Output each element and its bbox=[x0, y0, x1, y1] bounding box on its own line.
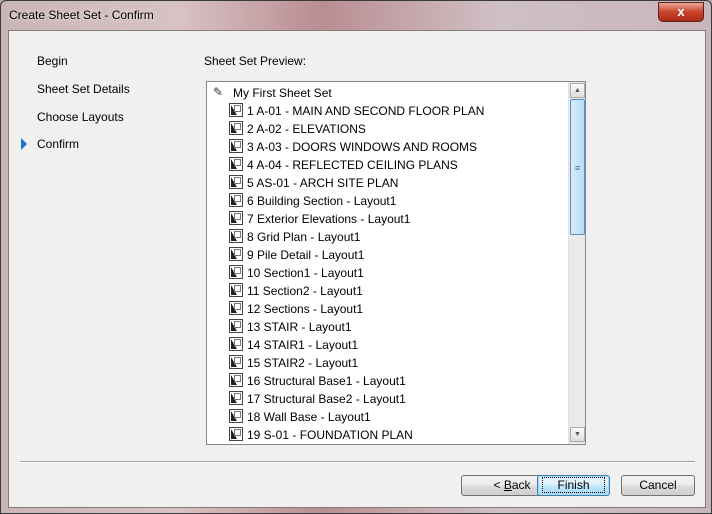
finish-button[interactable]: Finish bbox=[537, 475, 610, 496]
sheet-icon bbox=[229, 157, 243, 171]
tree-sheet-item[interactable]: 2 A-02 - ELEVATIONS bbox=[229, 120, 366, 138]
current-step-arrow-icon bbox=[21, 138, 27, 150]
sheet-icon bbox=[229, 301, 243, 315]
close-button[interactable]: x bbox=[658, 2, 704, 22]
sheet-icon bbox=[229, 319, 243, 333]
sheet-label: 13 STAIR - Layout1 bbox=[247, 320, 352, 334]
sheet-icon bbox=[229, 409, 243, 423]
tree-sheet-item[interactable]: 9 Pile Detail - Layout1 bbox=[229, 246, 364, 264]
sheet-icon bbox=[229, 283, 243, 297]
sheet-icon bbox=[229, 265, 243, 279]
dialog-window: Create Sheet Set - Confirm x Begin Sheet… bbox=[0, 0, 712, 514]
sheet-label: 11 Section2 - Layout1 bbox=[247, 284, 363, 298]
sheet-icon bbox=[229, 373, 243, 387]
sheet-icon bbox=[229, 247, 243, 261]
nav-item-choose-layouts: Choose Layouts bbox=[37, 110, 124, 124]
scroll-up-button[interactable]: ▲ bbox=[570, 83, 585, 98]
sheet-label: 7 Exterior Elevations - Layout1 bbox=[247, 212, 411, 226]
tree-sheet-item[interactable]: 14 STAIR1 - Layout1 bbox=[229, 336, 358, 354]
tree-sheet-item[interactable]: 19 S-01 - FOUNDATION PLAN bbox=[229, 426, 413, 444]
dialog-client: Begin Sheet Set Details Choose Layouts C… bbox=[8, 30, 706, 508]
sheet-label: 18 Wall Base - Layout1 bbox=[247, 410, 371, 424]
tree-sheet-item[interactable]: 5 AS-01 - ARCH SITE PLAN bbox=[229, 174, 398, 192]
sheet-label: 4 A-04 - REFLECTED CEILING PLANS bbox=[247, 158, 458, 172]
tree-root[interactable]: ✎ My First Sheet Set bbox=[213, 84, 332, 102]
sheet-label: 15 STAIR2 - Layout1 bbox=[247, 356, 359, 370]
tree-sheet-item[interactable]: 3 A-03 - DOORS WINDOWS AND ROOMS bbox=[229, 138, 477, 156]
sheet-label: 17 Structural Base2 - Layout1 bbox=[247, 392, 406, 406]
tree-sheet-item[interactable]: 16 Structural Base1 - Layout1 bbox=[229, 372, 406, 390]
sheet-label: 3 A-03 - DOORS WINDOWS AND ROOMS bbox=[247, 140, 478, 154]
sheet-icon bbox=[229, 175, 243, 189]
scroll-thumb[interactable]: ≡ bbox=[570, 99, 585, 235]
tree-sheet-item[interactable]: 15 STAIR2 - Layout1 bbox=[229, 354, 358, 372]
tree-sheet-item[interactable]: 8 Grid Plan - Layout1 bbox=[229, 228, 360, 246]
tree-sheet-item[interactable]: 17 Structural Base2 - Layout1 bbox=[229, 390, 406, 408]
sheet-label: 14 STAIR1 - Layout1 bbox=[247, 338, 359, 352]
sheet-icon bbox=[229, 391, 243, 405]
sheet-icon bbox=[229, 121, 243, 135]
sheet-label: 16 Structural Base1 - Layout1 bbox=[247, 374, 406, 388]
sheet-label: 12 Sections - Layout1 bbox=[247, 302, 364, 316]
tree-sheet-item[interactable]: 6 Building Section - Layout1 bbox=[229, 192, 396, 210]
nav-item-confirm: Confirm bbox=[37, 137, 80, 151]
sheet-label: 9 Pile Detail - Layout1 bbox=[247, 248, 365, 262]
sheet-label: 5 AS-01 - ARCH SITE PLAN bbox=[247, 176, 399, 190]
sheet-set-tree[interactable]: ✎ My First Sheet Set 1 A-01 - MAIN AND S… bbox=[206, 81, 586, 445]
scroll-down-button[interactable]: ▼ bbox=[570, 427, 585, 442]
sheet-icon bbox=[229, 211, 243, 225]
sheet-label: 10 Section1 - Layout1 bbox=[247, 266, 364, 280]
sheet-label: 2 A-02 - ELEVATIONS bbox=[247, 122, 366, 136]
tree-sheet-item[interactable]: 7 Exterior Elevations - Layout1 bbox=[229, 210, 410, 228]
sheet-icon bbox=[229, 229, 243, 243]
window-title: Create Sheet Set - Confirm bbox=[9, 8, 154, 22]
tree-sheet-item[interactable]: 10 Section1 - Layout1 bbox=[229, 264, 364, 282]
sheet-label: 19 S-01 - FOUNDATION PLAN bbox=[247, 428, 413, 442]
cancel-button[interactable]: Cancel bbox=[621, 475, 695, 496]
tree-sheet-item[interactable]: 18 Wall Base - Layout1 bbox=[229, 408, 371, 426]
tree-sheet-item[interactable]: 12 Sections - Layout1 bbox=[229, 300, 363, 318]
sheet-icon bbox=[229, 355, 243, 369]
tree-sheet-item[interactable]: 13 STAIR - Layout1 bbox=[229, 318, 352, 336]
tree-sheet-item[interactable]: 11 Section2 - Layout1 bbox=[229, 282, 363, 300]
nav-item-begin: Begin bbox=[37, 54, 68, 68]
preview-label: Sheet Set Preview: bbox=[204, 54, 307, 68]
sheet-icon bbox=[229, 337, 243, 351]
sheet-icon bbox=[229, 139, 243, 153]
separator bbox=[20, 461, 695, 463]
sheet-label: 8 Grid Plan - Layout1 bbox=[247, 230, 361, 244]
sheet-set-icon: ✎ bbox=[213, 85, 224, 99]
sheet-icon bbox=[229, 427, 243, 441]
tree-sheet-item[interactable]: 4 A-04 - REFLECTED CEILING PLANS bbox=[229, 156, 458, 174]
sheet-icon bbox=[229, 103, 243, 117]
nav-item-sheet-set-details: Sheet Set Details bbox=[37, 82, 130, 96]
sheet-icon bbox=[229, 193, 243, 207]
sheet-label: 6 Building Section - Layout1 bbox=[247, 194, 397, 208]
vertical-scrollbar[interactable]: ▲ ≡ ▼ bbox=[568, 82, 585, 444]
sheet-label: 1 A-01 - MAIN AND SECOND FLOOR PLAN bbox=[247, 104, 485, 118]
tree-sheet-item[interactable]: 1 A-01 - MAIN AND SECOND FLOOR PLAN bbox=[229, 102, 484, 120]
tree-root-label: My First Sheet Set bbox=[233, 86, 332, 100]
